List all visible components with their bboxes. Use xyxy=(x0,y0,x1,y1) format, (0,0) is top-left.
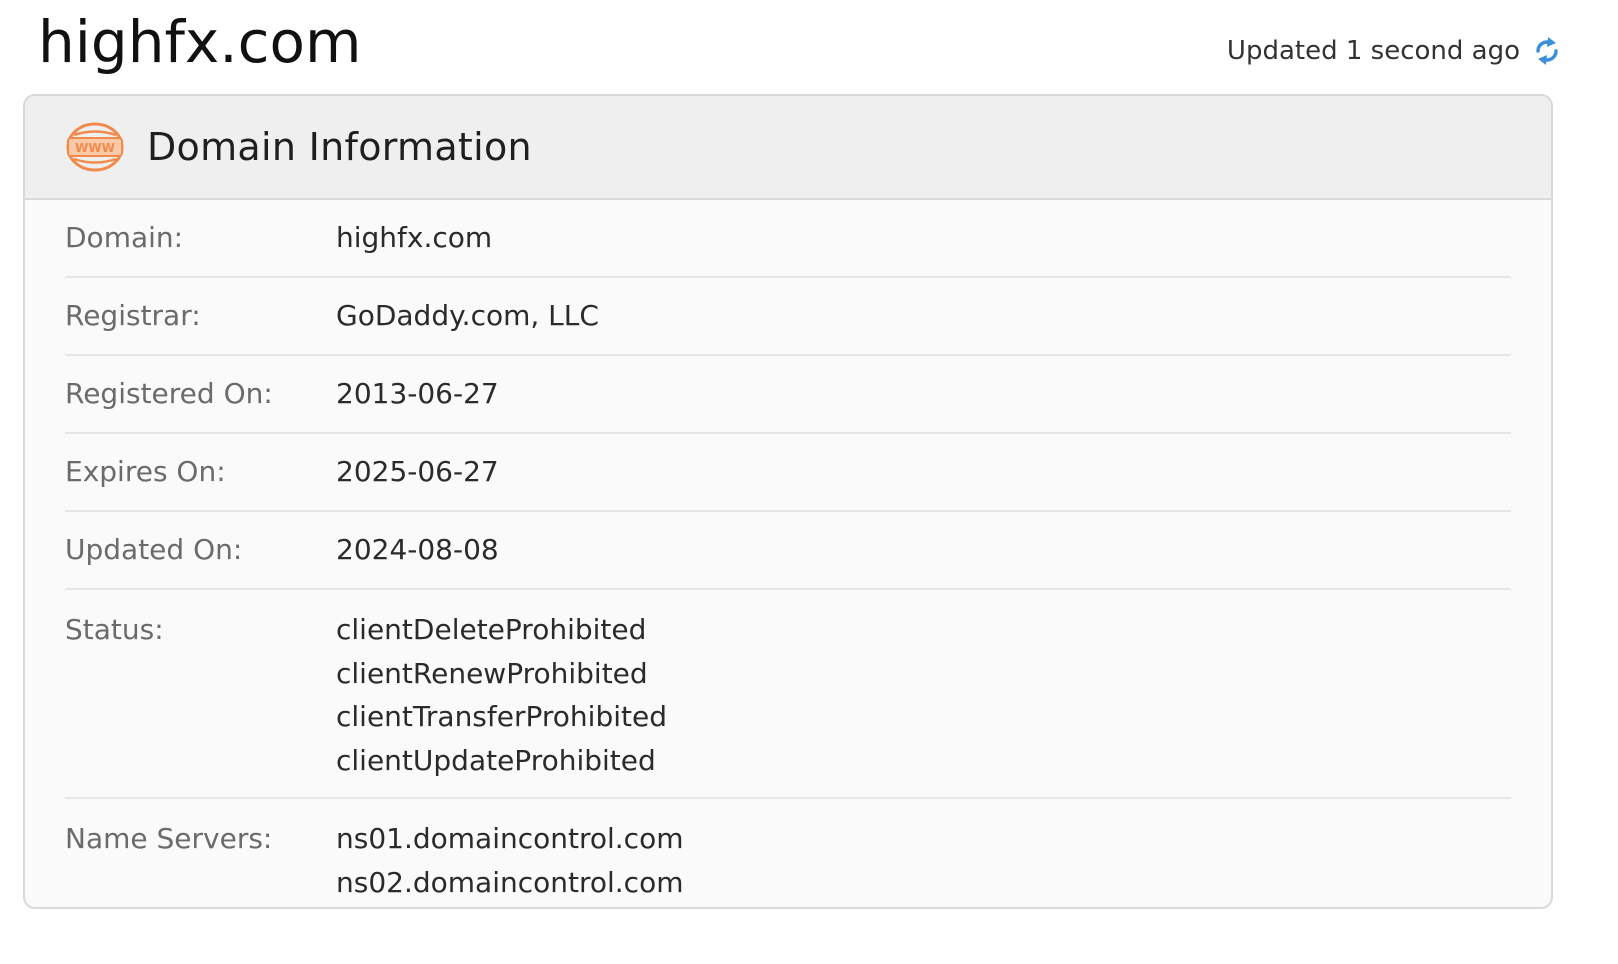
row-value: highfx.com xyxy=(336,221,493,254)
row-value-list: clientDeleteProhibited clientRenewProhib… xyxy=(336,608,667,782)
info-rows: Domain: highfx.com Registrar: GoDaddy.co… xyxy=(25,200,1551,907)
name-server-value: ns02.domaincontrol.com xyxy=(336,865,684,899)
row-value: 2013-06-27 xyxy=(336,377,499,410)
row-label: Status: xyxy=(65,613,164,646)
row-registrar: Registrar: GoDaddy.com, LLC xyxy=(65,278,1511,356)
status-value: clientRenewProhibited xyxy=(336,656,648,690)
row-name-servers: Name Servers: ns01.domaincontrol.com ns0… xyxy=(65,799,1511,907)
row-label: Registered On: xyxy=(65,377,273,410)
row-value: GoDaddy.com, LLC xyxy=(336,299,599,332)
status-value: clientUpdateProhibited xyxy=(336,743,656,777)
row-expires-on: Expires On: 2025-06-27 xyxy=(65,434,1511,512)
row-label: Expires On: xyxy=(65,455,226,488)
row-label: Name Servers: xyxy=(65,822,273,855)
row-value: 2025-06-27 xyxy=(336,455,499,488)
updated-text: Updated 1 second ago xyxy=(1226,36,1520,66)
row-domain: Domain: highfx.com xyxy=(65,200,1511,278)
card-title: Domain Information xyxy=(147,125,532,169)
row-label: Updated On: xyxy=(65,533,243,566)
card-header: WWW Domain Information xyxy=(25,96,1551,200)
name-server-value: ns01.domaincontrol.com xyxy=(336,822,684,855)
status-value: clientDeleteProhibited xyxy=(336,613,647,646)
refresh-icon[interactable] xyxy=(1532,34,1562,68)
status-value: clientTransferProhibited xyxy=(336,700,667,733)
row-label: Registrar: xyxy=(65,299,201,332)
page-title: highfx.com xyxy=(38,8,362,76)
row-status: Status: clientDeleteProhibited clientRen… xyxy=(65,590,1511,799)
updated-status: Updated 1 second ago xyxy=(1227,34,1562,68)
row-value: 2024-08-08 xyxy=(336,533,499,566)
row-registered-on: Registered On: 2013-06-27 xyxy=(65,356,1511,434)
www-icon: WWW xyxy=(65,119,125,175)
row-updated-on: Updated On: 2024-08-08 xyxy=(65,512,1511,590)
row-value-list: ns01.domaincontrol.com ns02.domaincontro… xyxy=(336,817,683,904)
domain-info-card: WWW Domain Information Domain: highfx.co… xyxy=(23,94,1553,909)
row-label: Domain: xyxy=(65,221,184,254)
svg-text:WWW: WWW xyxy=(75,141,115,155)
